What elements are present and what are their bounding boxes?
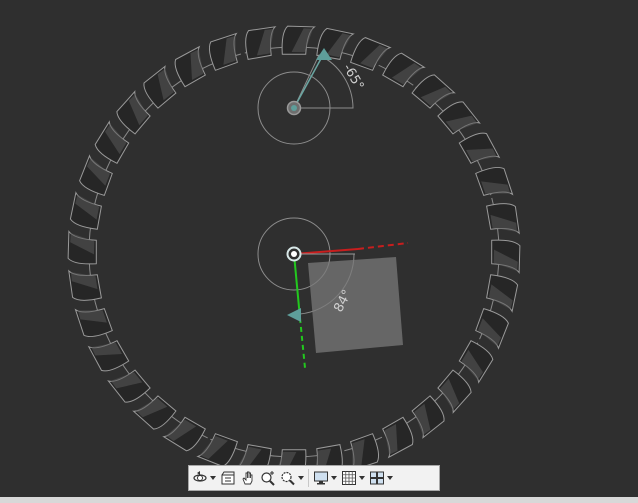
status-bar	[0, 497, 638, 503]
chevron-down-icon	[359, 476, 365, 480]
rotation-gizmo-center[interactable]: 84°	[257, 217, 409, 369]
chevron-down-icon	[210, 476, 216, 480]
gizmo-top-arc	[293, 54, 354, 109]
gizmo-top-base-dot	[291, 105, 297, 111]
drawing-canvas[interactable]: -65° 84°	[0, 0, 638, 503]
display-icon	[314, 471, 328, 485]
viewports-icon	[370, 471, 384, 485]
gizmo-center-handle[interactable]	[287, 308, 301, 322]
rotated-selection-preview	[308, 257, 403, 353]
pan-icon	[242, 471, 253, 485]
grid-icon	[342, 471, 356, 485]
chevron-down-icon	[298, 476, 304, 480]
showmotion-icon	[221, 471, 235, 485]
chevron-down-icon	[331, 476, 337, 480]
viewports-button[interactable]	[369, 468, 393, 488]
navigation-toolbar	[188, 465, 440, 491]
display-button[interactable]	[313, 468, 337, 488]
x-axis-line	[293, 248, 359, 255]
orbit-button[interactable]	[192, 468, 216, 488]
chevron-down-icon	[387, 476, 393, 480]
zoom-window-icon	[281, 471, 295, 486]
drawing-viewport[interactable]: -65° 84°	[0, 0, 638, 503]
grid-button[interactable]	[341, 468, 365, 488]
zoom-window-button[interactable]	[280, 468, 304, 488]
x-axis-dashed	[357, 242, 409, 250]
rotation-gizmo-top[interactable]: -65°	[257, 48, 366, 145]
orbit-icon	[193, 471, 207, 482]
pan-button[interactable]	[240, 468, 256, 488]
showmotion-button[interactable]	[220, 468, 236, 488]
y-axis-line	[293, 253, 301, 319]
gizmo-center-base-dot	[291, 251, 297, 257]
y-axis-dashed	[299, 317, 306, 369]
toolbar-separator	[308, 469, 309, 487]
zoom-realtime-button[interactable]	[260, 468, 276, 488]
zoom-realtime-icon	[261, 471, 275, 486]
